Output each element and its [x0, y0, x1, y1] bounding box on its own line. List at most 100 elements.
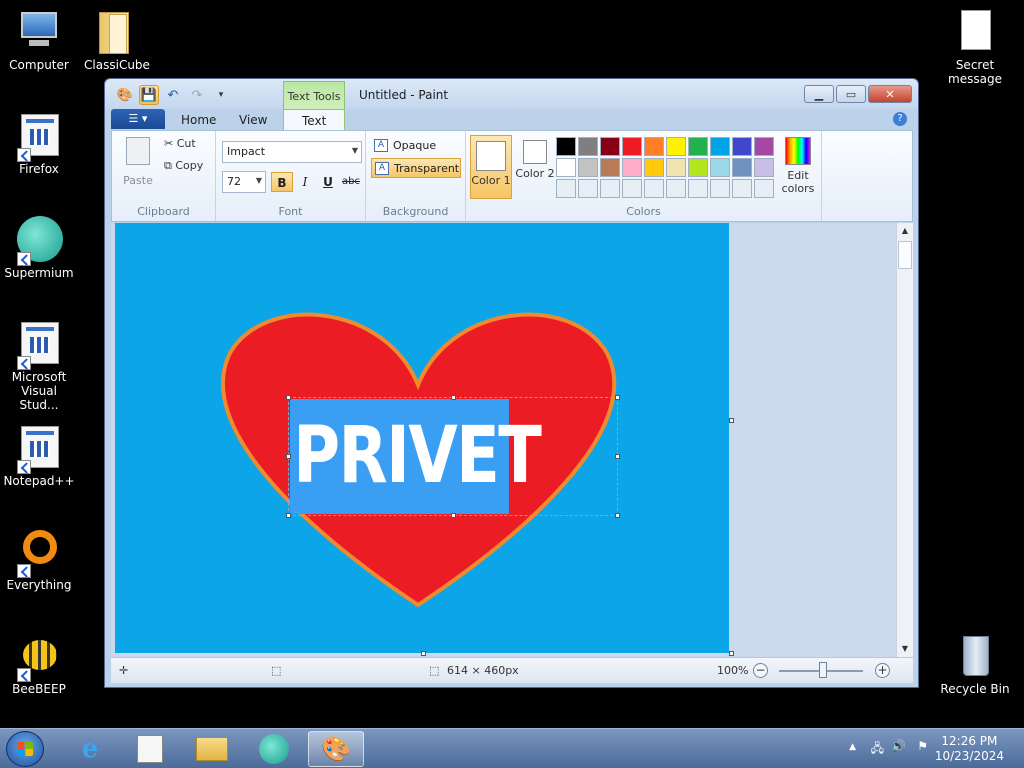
- resize-handle[interactable]: [286, 395, 291, 400]
- custom-color-slot[interactable]: [556, 179, 576, 198]
- text-box[interactable]: PRIVET: [290, 399, 542, 514]
- canvas-resize-handle[interactable]: [421, 651, 426, 656]
- desktop-icon-supermium[interactable]: Supermium: [0, 216, 78, 280]
- custom-color-slot[interactable]: [710, 179, 730, 198]
- color-swatch[interactable]: [732, 137, 752, 156]
- resize-handle[interactable]: [286, 454, 291, 459]
- copy-button[interactable]: ⧉ Copy: [164, 159, 203, 173]
- color-swatch[interactable]: [556, 137, 576, 156]
- font-size-select[interactable]: 72 ▼: [222, 171, 266, 193]
- desktop-icon-computer[interactable]: Computer: [0, 8, 78, 72]
- color-swatch[interactable]: [666, 137, 686, 156]
- paint-app-icon[interactable]: 🎨: [115, 85, 135, 105]
- scroll-down-icon[interactable]: ▼: [897, 641, 913, 657]
- desktop-icon-everything[interactable]: Everything: [0, 528, 78, 592]
- color-swatch[interactable]: [732, 158, 752, 177]
- redo-icon[interactable]: ↷: [187, 85, 207, 105]
- custom-color-slot[interactable]: [644, 179, 664, 198]
- save-icon[interactable]: 💾: [139, 85, 159, 105]
- italic-button[interactable]: I: [294, 172, 316, 192]
- paste-button[interactable]: Paste: [118, 135, 158, 187]
- desktop-icon-visual-studio[interactable]: Microsoft Visual Stud...: [0, 320, 78, 412]
- desktop-icon-beebeep[interactable]: BeeBEEP: [0, 632, 78, 696]
- shortcut-arrow-icon: [17, 252, 31, 266]
- scroll-up-icon[interactable]: ▲: [897, 223, 913, 239]
- color-swatch[interactable]: [600, 137, 620, 156]
- desktop-icon-notepadpp[interactable]: Notepad++: [0, 424, 78, 488]
- tab-home[interactable]: Home: [181, 109, 216, 131]
- resize-handle[interactable]: [451, 395, 456, 400]
- zoom-out-button[interactable]: −: [753, 663, 768, 678]
- custom-color-slot[interactable]: [754, 179, 774, 198]
- font-family-select[interactable]: Impact ▼: [222, 141, 362, 163]
- show-hidden-icons[interactable]: ▲: [849, 742, 856, 752]
- help-icon[interactable]: ?: [893, 112, 907, 126]
- color-swatch[interactable]: [644, 137, 664, 156]
- resize-handle[interactable]: [286, 513, 291, 518]
- taskbar-app[interactable]: [122, 731, 178, 767]
- edit-colors-button[interactable]: Edit colors: [778, 137, 818, 195]
- color-swatch[interactable]: [578, 137, 598, 156]
- custom-color-slot[interactable]: [622, 179, 642, 198]
- color-swatch[interactable]: [754, 137, 774, 156]
- vertical-scrollbar[interactable]: ▲ ▼: [896, 223, 913, 657]
- zoom-slider-thumb[interactable]: [819, 662, 827, 678]
- action-center-flag-icon[interactable]: ⚑: [917, 739, 928, 753]
- custom-color-slot[interactable]: [578, 179, 598, 198]
- minimize-button[interactable]: ▁: [804, 85, 834, 103]
- color-swatch[interactable]: [688, 158, 708, 177]
- paint-menu-button[interactable]: ☰ ▾: [111, 109, 165, 129]
- resize-handle[interactable]: [615, 454, 620, 459]
- undo-icon[interactable]: ↶: [163, 85, 183, 105]
- color-swatch[interactable]: [666, 158, 686, 177]
- color-swatch[interactable]: [578, 158, 598, 177]
- taskbar-paint[interactable]: 🎨: [308, 731, 364, 767]
- color-swatch[interactable]: [644, 158, 664, 177]
- desktop-icon-secret-message[interactable]: Secret message: [936, 8, 1014, 86]
- network-icon[interactable]: 🖧: [871, 739, 884, 760]
- custom-color-slot[interactable]: [600, 179, 620, 198]
- canvas-resize-handle[interactable]: [729, 418, 734, 423]
- color2-button[interactable]: Color 2: [514, 135, 556, 199]
- desktop-icon-recycle-bin[interactable]: Recycle Bin: [936, 632, 1014, 696]
- resize-handle[interactable]: [451, 513, 456, 518]
- tab-text[interactable]: Text: [283, 109, 346, 131]
- opaque-button[interactable]: A Opaque: [371, 136, 461, 156]
- clock[interactable]: 12:26 PM 10/23/2024: [935, 734, 1004, 764]
- custom-color-slot[interactable]: [732, 179, 752, 198]
- tab-view[interactable]: View: [239, 109, 267, 131]
- custom-color-slot[interactable]: [688, 179, 708, 198]
- desktop-icon-firefox[interactable]: Firefox: [0, 112, 78, 176]
- bold-button[interactable]: B: [271, 172, 293, 192]
- underline-button[interactable]: U: [317, 172, 339, 192]
- strikethrough-button[interactable]: abc: [340, 172, 362, 192]
- resize-handle[interactable]: [615, 513, 620, 518]
- transparent-button[interactable]: A Transparent: [371, 158, 461, 178]
- taskbar-explorer[interactable]: [184, 731, 240, 767]
- taskbar-supermium[interactable]: [246, 731, 302, 767]
- resize-handle[interactable]: [615, 395, 620, 400]
- color-swatch[interactable]: [622, 158, 642, 177]
- color-swatch[interactable]: [710, 158, 730, 177]
- volume-icon[interactable]: 🔊: [891, 739, 906, 753]
- color1-button[interactable]: Color 1: [470, 135, 512, 199]
- zoom-in-button[interactable]: +: [875, 663, 890, 678]
- start-button[interactable]: [6, 731, 44, 767]
- desktop-icon-classicube[interactable]: ClassiCube: [78, 8, 156, 72]
- color-swatch[interactable]: [710, 137, 730, 156]
- cut-button[interactable]: ✂ Cut: [164, 137, 196, 150]
- customize-qat-icon[interactable]: ▾: [211, 85, 231, 105]
- custom-color-slot[interactable]: [666, 179, 686, 198]
- taskbar-ie[interactable]: e: [62, 731, 118, 767]
- canvas-resize-handle[interactable]: [729, 651, 734, 656]
- color-swatch[interactable]: [622, 137, 642, 156]
- color-swatch[interactable]: [754, 158, 774, 177]
- color-swatch[interactable]: [600, 158, 620, 177]
- close-button[interactable]: ✕: [868, 85, 912, 103]
- color-swatch[interactable]: [556, 158, 576, 177]
- desktop-icon-label: Recycle Bin: [940, 682, 1010, 696]
- color-swatch[interactable]: [688, 137, 708, 156]
- drawing-canvas[interactable]: PRIVET: [115, 223, 729, 653]
- maximize-button[interactable]: ▭: [836, 85, 866, 103]
- scroll-thumb[interactable]: [898, 241, 912, 269]
